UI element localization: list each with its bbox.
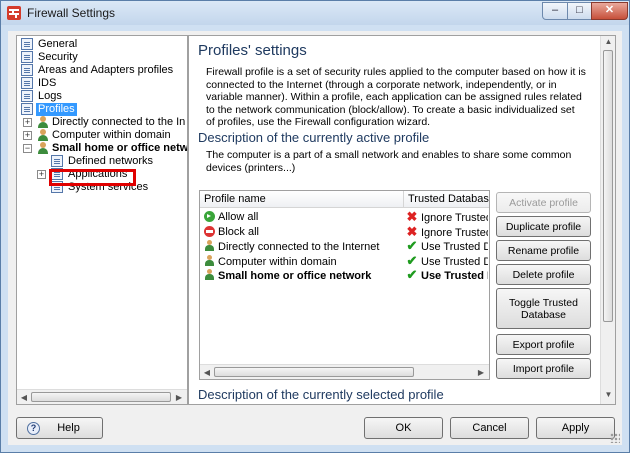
trusted-db-value: Ignore Trusted [421,212,488,224]
page-icon [21,64,33,76]
scroll-right-icon[interactable]: ▶ [173,392,185,403]
scroll-down-icon[interactable]: ▼ [603,390,614,402]
dialog-client-area: General Security Areas and Adapters prof… [8,31,622,445]
tree-item-label: General [38,38,78,50]
x-icon: ✖ [406,211,418,224]
scroll-thumb[interactable] [603,50,613,322]
page-icon [21,77,33,89]
table-row[interactable]: Small home or office network ✔ Use Truste… [200,268,489,283]
delete-profile-button[interactable]: Delete profile [496,264,591,285]
minimize-button[interactable]: – [542,2,568,20]
selected-profile-heading: Description of the currently selected pr… [198,387,444,402]
cancel-button[interactable]: Cancel [450,417,529,439]
tree-item-label: IDS [38,77,57,89]
person-icon [37,142,49,154]
table-row[interactable]: Allow all ✖ Ignore Trusted [200,210,489,225]
tree-item-label: Areas and Adapters profiles [38,64,174,76]
expand-toggle[interactable]: + [23,131,32,140]
tree-item-label: Directly connected to the In [52,116,186,128]
check-icon: ✔ [406,269,418,282]
intro-text: Firewall profile is a set of security ru… [206,66,586,128]
scroll-left-icon[interactable]: ◀ [18,392,30,403]
page-icon [21,38,33,50]
tree-item-label: Defined networks [68,155,153,167]
table-row[interactable]: Block all ✖ Ignore Trusted [200,225,489,240]
trusted-db-value: Use Trusted Da [421,241,488,253]
trusted-db-value: Use Trusted Da [421,255,488,268]
tree-item-label: Computer within domain [52,129,171,141]
ok-button[interactable]: OK [364,417,443,439]
collapse-toggle[interactable]: − [23,144,32,153]
help-button[interactable]: ? Help [16,417,103,439]
profiles-table[interactable]: Profile name Trusted Database Allow all … [199,190,490,380]
rename-profile-button[interactable]: Rename profile [496,240,591,261]
column-header-trusted-database[interactable]: Trusted Database [404,191,489,208]
trusted-db-value: Use Trusted D [421,270,488,282]
trusted-db-value: Ignore Trusted [421,226,488,239]
page-icon [21,90,33,102]
resize-grip[interactable] [610,433,620,443]
column-header-profile-name[interactable]: Profile name [200,191,404,208]
tree-item-label: Security [38,51,78,63]
scroll-thumb[interactable] [31,392,171,402]
expand-toggle[interactable]: + [23,118,32,127]
window-title: Firewall Settings [27,6,116,20]
check-icon: ✔ [406,254,418,268]
profile-name: Allow all [218,211,259,223]
active-profile-description: The computer is a part of a small networ… [206,149,572,174]
person-icon [37,129,49,141]
page-icon [51,155,63,167]
profile-name: Computer within domain [218,255,337,268]
settings-tree[interactable]: General Security Areas and Adapters prof… [16,35,188,405]
toggle-trusted-database-button[interactable]: Toggle Trusted Database [496,288,591,329]
scroll-thumb[interactable] [214,367,414,377]
maximize-button[interactable]: □ [567,2,592,20]
tree-horizontal-scrollbar[interactable]: ◀ ▶ [17,389,187,404]
profile-name: Directly connected to the Internet [218,241,380,253]
panel-vertical-scrollbar[interactable]: ▲ ▼ [600,36,615,404]
avg-shield-icon [7,6,21,20]
person-icon [204,240,215,252]
person-icon [204,254,215,267]
scroll-left-icon[interactable]: ◀ [201,367,213,378]
person-icon [37,116,49,128]
page-title: Profiles' settings [198,42,307,59]
tree-item-label: Profiles [36,103,77,116]
page-icon [21,51,33,63]
title-bar[interactable]: Firewall Settings – □ ✕ [1,1,629,25]
apply-button[interactable]: Apply [536,417,615,439]
check-icon: ✔ [406,240,418,253]
export-profile-button[interactable]: Export profile [496,334,591,355]
profile-name: Small home or office network [218,270,372,282]
firewall-settings-window: Firewall Settings – □ ✕ General Security… [0,0,630,453]
highlight-annotation-box [49,169,136,186]
help-label: Help [57,422,80,434]
close-button[interactable]: ✕ [591,2,628,20]
x-icon: ✖ [406,225,418,239]
import-profile-button[interactable]: Import profile [496,358,591,379]
profile-name: Block all [218,225,259,238]
help-icon: ? [27,422,40,435]
expand-toggle[interactable]: + [37,170,46,179]
active-profile-heading: Description of the currently active prof… [198,130,430,145]
table-horizontal-scrollbar[interactable]: ◀ ▶ [200,364,489,379]
page-icon [21,103,33,115]
profiles-panel: Profiles' settings Firewall profile is a… [188,35,616,405]
tree-item-label: Small home or office netw [52,142,188,154]
table-row[interactable]: Directly connected to the Internet ✔ Use … [200,239,489,254]
person-icon [204,269,215,281]
tree-item-label: Logs [38,90,62,102]
scroll-up-icon[interactable]: ▲ [603,37,614,49]
duplicate-profile-button[interactable]: Duplicate profile [496,216,591,237]
block-icon [204,225,215,237]
activate-profile-button[interactable]: Activate profile [496,192,591,213]
allow-icon [204,211,215,222]
table-row[interactable]: Computer within domain ✔Use Trusted Da [200,254,489,269]
scroll-right-icon[interactable]: ▶ [475,367,487,378]
